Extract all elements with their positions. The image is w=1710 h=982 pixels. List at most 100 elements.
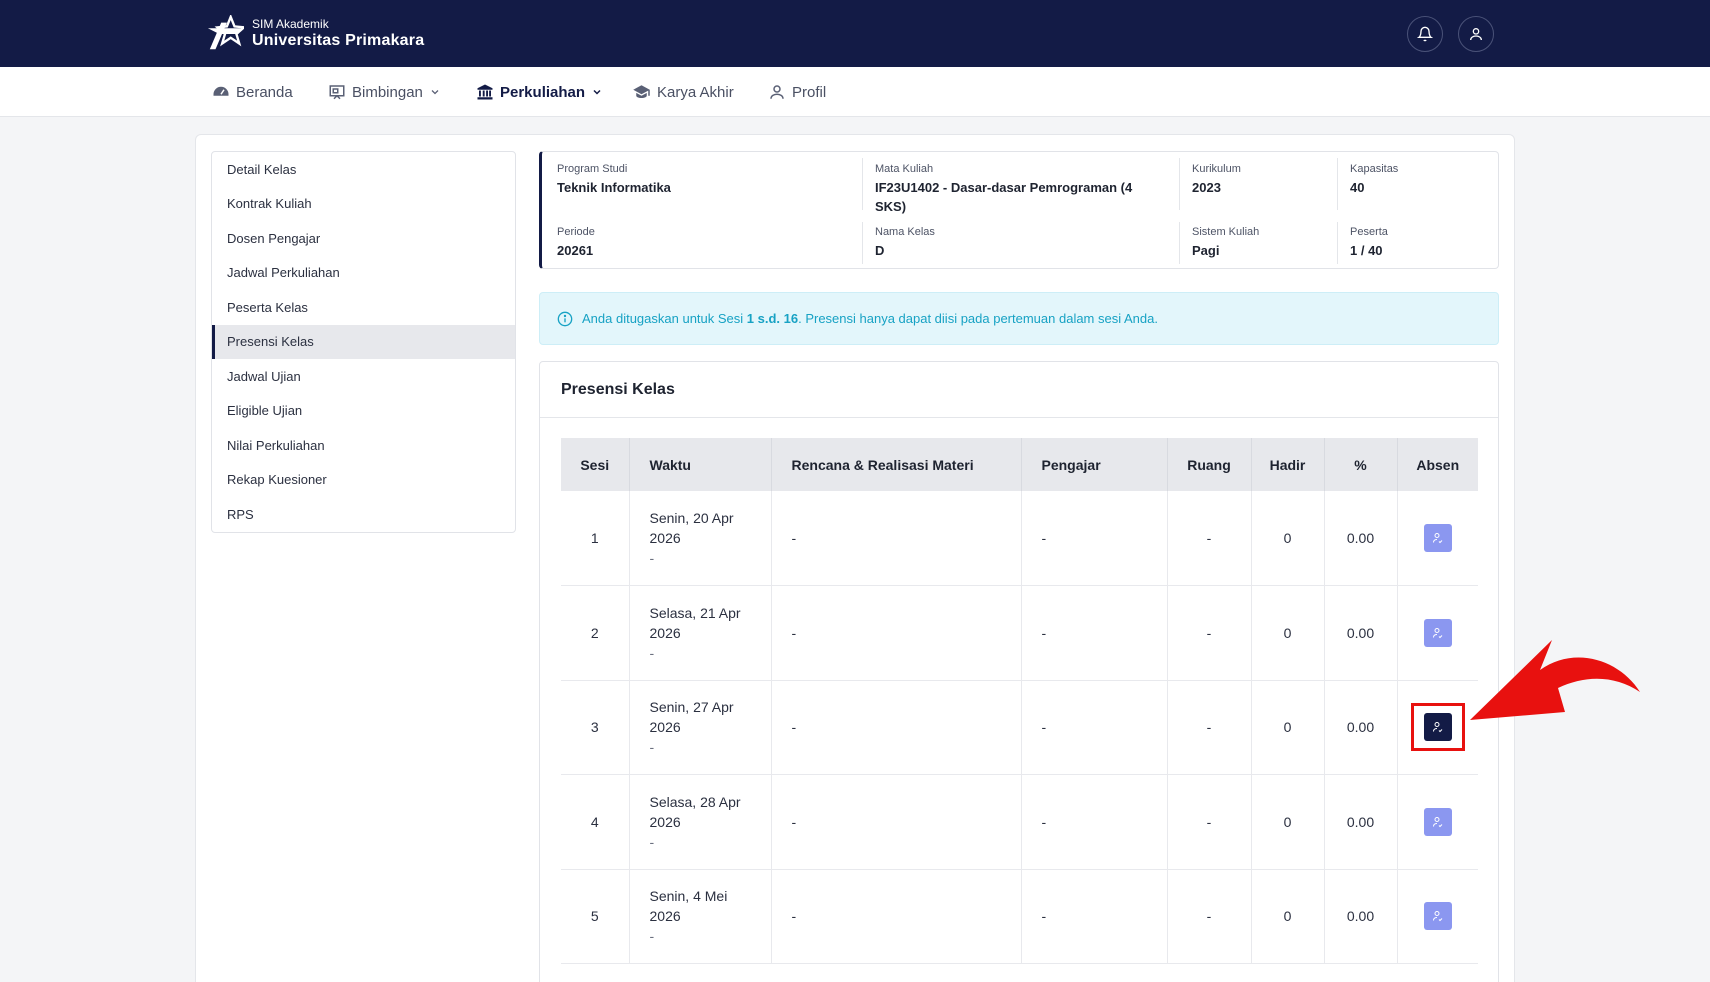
cell-waktu: Senin, 20 Apr 2026 - [629,491,772,586]
chevron-down-icon [431,90,439,95]
cell-absen [1397,869,1478,964]
table-row: 2 Selasa, 21 Apr 2026 - - - - 0 0.00 [561,585,1478,681]
divider [1337,222,1338,264]
cell-persen: 0.00 [1324,869,1398,964]
user-check-icon [1432,627,1443,638]
user-check-icon [1432,533,1443,544]
sidebar-item-peserta-kelas[interactable]: Peserta Kelas [212,290,515,325]
table-row: 3 Senin, 27 Apr 2026 - - - - 0 0.00 [561,680,1478,775]
info-nama-kelas: Nama Kelas D [875,225,935,260]
cell-ruang: - [1167,774,1252,870]
user-icon [1470,28,1482,41]
graduation-cap-icon [633,85,650,98]
waktu-time: - [649,833,655,850]
info-label: Program Studi [557,163,628,175]
user-check-icon [1432,911,1443,922]
info-value: D [875,243,885,258]
table-row: 4 Selasa, 28 Apr 2026 - - - - 0 0.00 [561,774,1478,870]
sidebar-item-detail-kelas[interactable]: Detail Kelas [212,152,515,187]
info-value: Pagi [1192,243,1220,258]
nav-karya-akhir[interactable]: Karya Akhir [632,67,734,117]
nav-bimbingan[interactable]: Bimbingan [328,67,441,117]
cell-pengajar: - [1021,585,1168,681]
user-icon [770,85,784,99]
cell-waktu: Senin, 27 Apr 2026 - [629,680,772,775]
info-label: Kurikulum [1192,163,1241,175]
waktu-date: Senin, 27 Apr [649,699,734,716]
cell-materi: - [771,680,1022,775]
brand-subtitle: SIM Akademik [252,17,329,31]
info-kurikulum: Kurikulum 2023 [1192,162,1241,197]
nav-profil[interactable]: Profil [768,67,826,117]
info-kapasitas: Kapasitas 40 [1350,162,1398,197]
divider [1179,222,1180,264]
absen-button[interactable] [1423,807,1452,836]
annotation-highlight-box [1411,703,1465,751]
university-logo-icon [207,15,244,50]
header-pengajar: Pengajar [1021,438,1168,491]
brand-title: Universitas Primakara [252,32,425,49]
table-row: 1 Senin, 20 Apr 2026 - - - - 0 0.00 [561,491,1478,586]
header-sesi: Sesi [561,438,630,491]
main-nav: Beranda Bimbingan Perkuliahan Karya Akhi… [0,67,1710,117]
sidebar-item-nilai-perkuliahan[interactable]: Nilai Perkuliahan [212,428,515,463]
absen-button[interactable] [1423,902,1452,931]
absen-button[interactable] [1423,618,1452,647]
waktu-year: 2026 [649,908,681,925]
header-hadir: Hadir [1251,438,1325,491]
waktu-date: Senin, 4 Mei [649,888,728,905]
info-program-studi: Program Studi Teknik Informatika [557,162,671,197]
chevron-down-icon [593,89,601,95]
brand[interactable]: SIM Akademik Universitas Primakara [206,15,424,53]
header-ruang: Ruang [1167,438,1252,491]
sidebar-item-jadwal-ujian[interactable]: Jadwal Ujian [212,359,515,394]
sidebar-item-rekap-kuesioner[interactable]: Rekap Kuesioner [212,463,515,498]
class-sidebar: Detail Kelas Kontrak Kuliah Dosen Pengaj… [211,151,516,533]
alert-text-bold: 1 s.d. 16 [746,311,799,326]
waktu-date: Senin, 20 Apr [649,510,734,526]
presensi-card: Presensi Kelas Sesi Waktu Rencana & Real… [539,361,1499,982]
cell-ruang: - [1167,869,1252,964]
cell-persen: 0.00 [1324,491,1398,586]
cell-absen [1397,585,1478,681]
waktu-time: - [649,739,655,756]
cell-ruang: - [1167,585,1252,681]
info-value: 20261 [557,243,594,258]
info-value: 40 [1350,180,1365,195]
sidebar-item-rps[interactable]: RPS [212,497,515,532]
waktu-date: Selasa, 21 Apr [649,604,741,621]
sidebar-item-jadwal-perkuliahan[interactable]: Jadwal Perkuliahan [212,256,515,291]
cell-ruang: - [1167,491,1252,586]
cell-sesi: 3 [561,680,630,775]
header-persen: % [1324,438,1398,491]
nav-perkuliahan-label: Perkuliahan [500,83,586,101]
divider [1179,158,1180,210]
annotation-arrow-icon [1470,640,1640,720]
bell-icon [1417,26,1433,42]
info-label: Mata Kuliah [875,163,934,175]
cell-absen [1397,774,1478,870]
info-periode: Periode 20261 [557,225,595,260]
cell-hadir: 0 [1251,774,1325,870]
cell-persen: 0.00 [1324,680,1398,775]
table-header-row: Sesi Waktu Rencana & Realisasi Materi Pe… [561,438,1478,491]
sidebar-item-presensi-kelas[interactable]: Presensi Kelas [212,324,515,359]
absen-button[interactable] [1423,524,1452,552]
alert-text: Anda ditugaskan untuk Sesi 1 s.d. 16. Pr… [582,311,1158,326]
user-menu-button[interactable] [1458,16,1494,52]
nav-karya-akhir-label: Karya Akhir [657,83,734,101]
nav-perkuliahan[interactable]: Perkuliahan [476,67,603,117]
info-mata-kuliah: Mata Kuliah IF23U1402 - Dasar-dasar Pemr… [875,162,1132,216]
sidebar-item-eligible-ujian[interactable]: Eligible Ujian [212,394,515,429]
waktu-time: - [649,550,655,566]
cell-hadir: 0 [1251,585,1325,681]
sidebar-item-dosen-pengajar[interactable]: Dosen Pengajar [212,221,515,256]
header-materi: Rencana & Realisasi Materi [771,438,1022,491]
nav-beranda[interactable]: Beranda [212,67,293,117]
notification-button[interactable] [1407,16,1443,52]
cell-absen [1397,491,1478,586]
divider [862,222,863,264]
sidebar-item-kontrak-kuliah[interactable]: Kontrak Kuliah [212,187,515,222]
cell-sesi: 1 [561,491,630,586]
nav-beranda-label: Beranda [236,83,293,101]
